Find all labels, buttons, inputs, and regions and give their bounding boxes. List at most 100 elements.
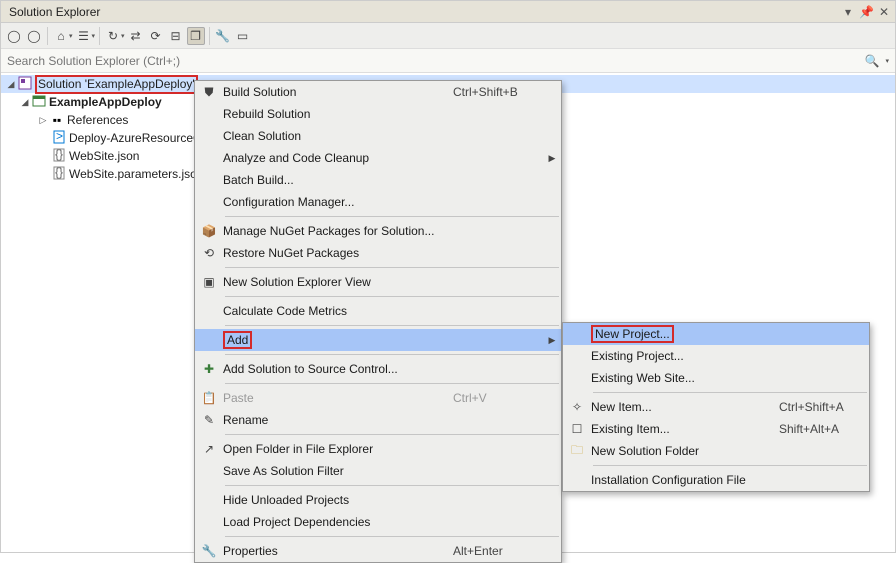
- menu-new-item[interactable]: ✧New Item...Ctrl+Shift+A: [563, 396, 869, 418]
- menu-existing-website[interactable]: Existing Web Site...: [563, 367, 869, 389]
- rename-icon: ✎: [195, 413, 223, 427]
- svg-text:{}: {}: [55, 166, 63, 179]
- menu-analyze-cleanup[interactable]: Analyze and Code Cleanup▶: [195, 147, 561, 169]
- menu-install-config[interactable]: Installation Configuration File: [563, 469, 869, 491]
- chevron-right-icon: ▶: [543, 153, 561, 164]
- titlebar: Solution Explorer ▾ 📌 ✕: [1, 1, 895, 23]
- separator: [99, 27, 100, 45]
- window-icon: ▣: [195, 275, 223, 289]
- menu-separator: [225, 434, 559, 435]
- expand-arrow-icon[interactable]: ◢: [5, 79, 17, 90]
- expand-arrow-icon[interactable]: ◢: [19, 97, 31, 108]
- existing-item-icon: ☐: [563, 422, 591, 436]
- menu-separator: [225, 354, 559, 355]
- menu-hide-unloaded[interactable]: Hide Unloaded Projects: [195, 489, 561, 511]
- menu-new-solution-folder[interactable]: 🗀New Solution Folder: [563, 440, 869, 462]
- chevron-down-icon[interactable]: ▾: [69, 32, 73, 40]
- menu-existing-project[interactable]: Existing Project...: [563, 345, 869, 367]
- file-label: WebSite.json: [69, 149, 139, 163]
- menu-save-filter[interactable]: Save As Solution Filter: [195, 460, 561, 482]
- solution-icon: [17, 76, 33, 93]
- menu-manage-nuget[interactable]: 📦Manage NuGet Packages for Solution...: [195, 220, 561, 242]
- menu-source-control[interactable]: ✚Add Solution to Source Control...: [195, 358, 561, 380]
- menu-load-deps[interactable]: Load Project Dependencies: [195, 511, 561, 533]
- menu-batch-build[interactable]: Batch Build...: [195, 169, 561, 191]
- folder-icon: 🗀: [563, 441, 591, 462]
- back-icon[interactable]: ◯: [5, 27, 23, 45]
- refresh-icon[interactable]: ⟳: [147, 27, 165, 45]
- search-input[interactable]: [7, 54, 865, 68]
- scope-icon[interactable]: ☰: [75, 27, 93, 45]
- forward-icon[interactable]: ◯: [25, 27, 43, 45]
- show-all-icon[interactable]: ❐: [187, 27, 205, 45]
- new-item-icon: ✧: [563, 400, 591, 414]
- wrench-icon[interactable]: 🔧: [214, 27, 232, 45]
- references-icon: ▪▪: [49, 113, 65, 127]
- menu-separator: [225, 267, 559, 268]
- json-file-icon: {}: [51, 148, 67, 165]
- menu-clean-solution[interactable]: Clean Solution: [195, 125, 561, 147]
- restore-icon: ⟲: [195, 246, 223, 260]
- chevron-down-icon[interactable]: ▾: [92, 32, 96, 40]
- menu-calc-metrics[interactable]: Calculate Code Metrics: [195, 300, 561, 322]
- sync-icon[interactable]: ⇄: [127, 27, 145, 45]
- close-icon[interactable]: ✕: [877, 5, 891, 19]
- svg-text:{}: {}: [55, 148, 63, 161]
- menu-separator: [593, 392, 867, 393]
- menu-paste: 📋PasteCtrl+V: [195, 387, 561, 409]
- preview-icon[interactable]: ▭: [234, 27, 252, 45]
- file-label: Deploy-AzureResourceG: [69, 131, 202, 145]
- menu-open-folder[interactable]: ↗Open Folder in File Explorer: [195, 438, 561, 460]
- menu-rebuild-solution[interactable]: Rebuild Solution: [195, 103, 561, 125]
- separator: [47, 27, 48, 45]
- svg-text:>: >: [56, 130, 63, 143]
- file-label: WebSite.parameters.json: [69, 167, 204, 181]
- folder-open-icon: ↗: [195, 442, 223, 456]
- menu-config-manager[interactable]: Configuration Manager...: [195, 191, 561, 213]
- powershell-file-icon: >: [51, 130, 67, 147]
- json-file-icon: {}: [51, 166, 67, 183]
- menu-separator: [593, 465, 867, 466]
- chevron-down-icon[interactable]: ▾: [885, 57, 889, 65]
- home-icon[interactable]: ⌂: [52, 27, 70, 45]
- menu-separator: [225, 485, 559, 486]
- chevron-down-icon[interactable]: ▾: [121, 32, 125, 40]
- build-icon: ⛊: [195, 85, 223, 100]
- menu-restore-nuget[interactable]: ⟲Restore NuGet Packages: [195, 242, 561, 264]
- dropdown-icon[interactable]: ▾: [841, 5, 855, 19]
- toolbar: ◯ ◯ ⌂▾ ☰▾ ↻▾ ⇄ ⟳ ⊟ ❐ 🔧 ▭: [1, 23, 895, 49]
- menu-new-project[interactable]: New Project...: [563, 323, 869, 345]
- menu-separator: [225, 296, 559, 297]
- menu-build-solution[interactable]: ⛊Build SolutionCtrl+Shift+B: [195, 81, 561, 103]
- wrench-icon: 🔧: [195, 544, 223, 558]
- menu-rename[interactable]: ✎Rename: [195, 409, 561, 431]
- expand-arrow-icon[interactable]: ▷: [37, 115, 49, 126]
- solution-label-highlighted: Solution 'ExampleAppDeploy': [35, 75, 198, 94]
- project-label: ExampleAppDeploy: [49, 95, 162, 109]
- add-submenu: New Project... Existing Project... Exist…: [562, 322, 870, 492]
- add-label-highlighted: Add: [223, 331, 252, 349]
- menu-properties[interactable]: 🔧PropertiesAlt+Enter: [195, 540, 561, 562]
- menu-separator: [225, 536, 559, 537]
- menu-add[interactable]: Add ▶: [195, 329, 561, 351]
- titlebar-controls: ▾ 📌 ✕: [841, 5, 891, 19]
- solution-context-menu: ⛊Build SolutionCtrl+Shift+B Rebuild Solu…: [194, 80, 562, 563]
- paste-icon: 📋: [195, 391, 223, 405]
- menu-separator: [225, 383, 559, 384]
- menu-existing-item[interactable]: ☐Existing Item...Shift+Alt+A: [563, 418, 869, 440]
- menu-separator: [225, 216, 559, 217]
- nuget-icon: 📦: [195, 224, 223, 238]
- source-control-icon: ✚: [195, 362, 223, 376]
- history-icon[interactable]: ↻: [104, 27, 122, 45]
- references-label: References: [67, 113, 128, 127]
- pin-icon[interactable]: 📌: [859, 5, 873, 19]
- chevron-right-icon: ▶: [543, 335, 561, 346]
- panel-title: Solution Explorer: [5, 5, 841, 19]
- search-icon[interactable]: 🔍: [865, 54, 884, 68]
- separator: [209, 27, 210, 45]
- project-icon: [31, 94, 47, 111]
- new-project-label-highlighted: New Project...: [591, 325, 674, 343]
- menu-new-explorer-view[interactable]: ▣New Solution Explorer View: [195, 271, 561, 293]
- search-bar[interactable]: 🔍▾: [1, 49, 895, 73]
- collapse-icon[interactable]: ⊟: [167, 27, 185, 45]
